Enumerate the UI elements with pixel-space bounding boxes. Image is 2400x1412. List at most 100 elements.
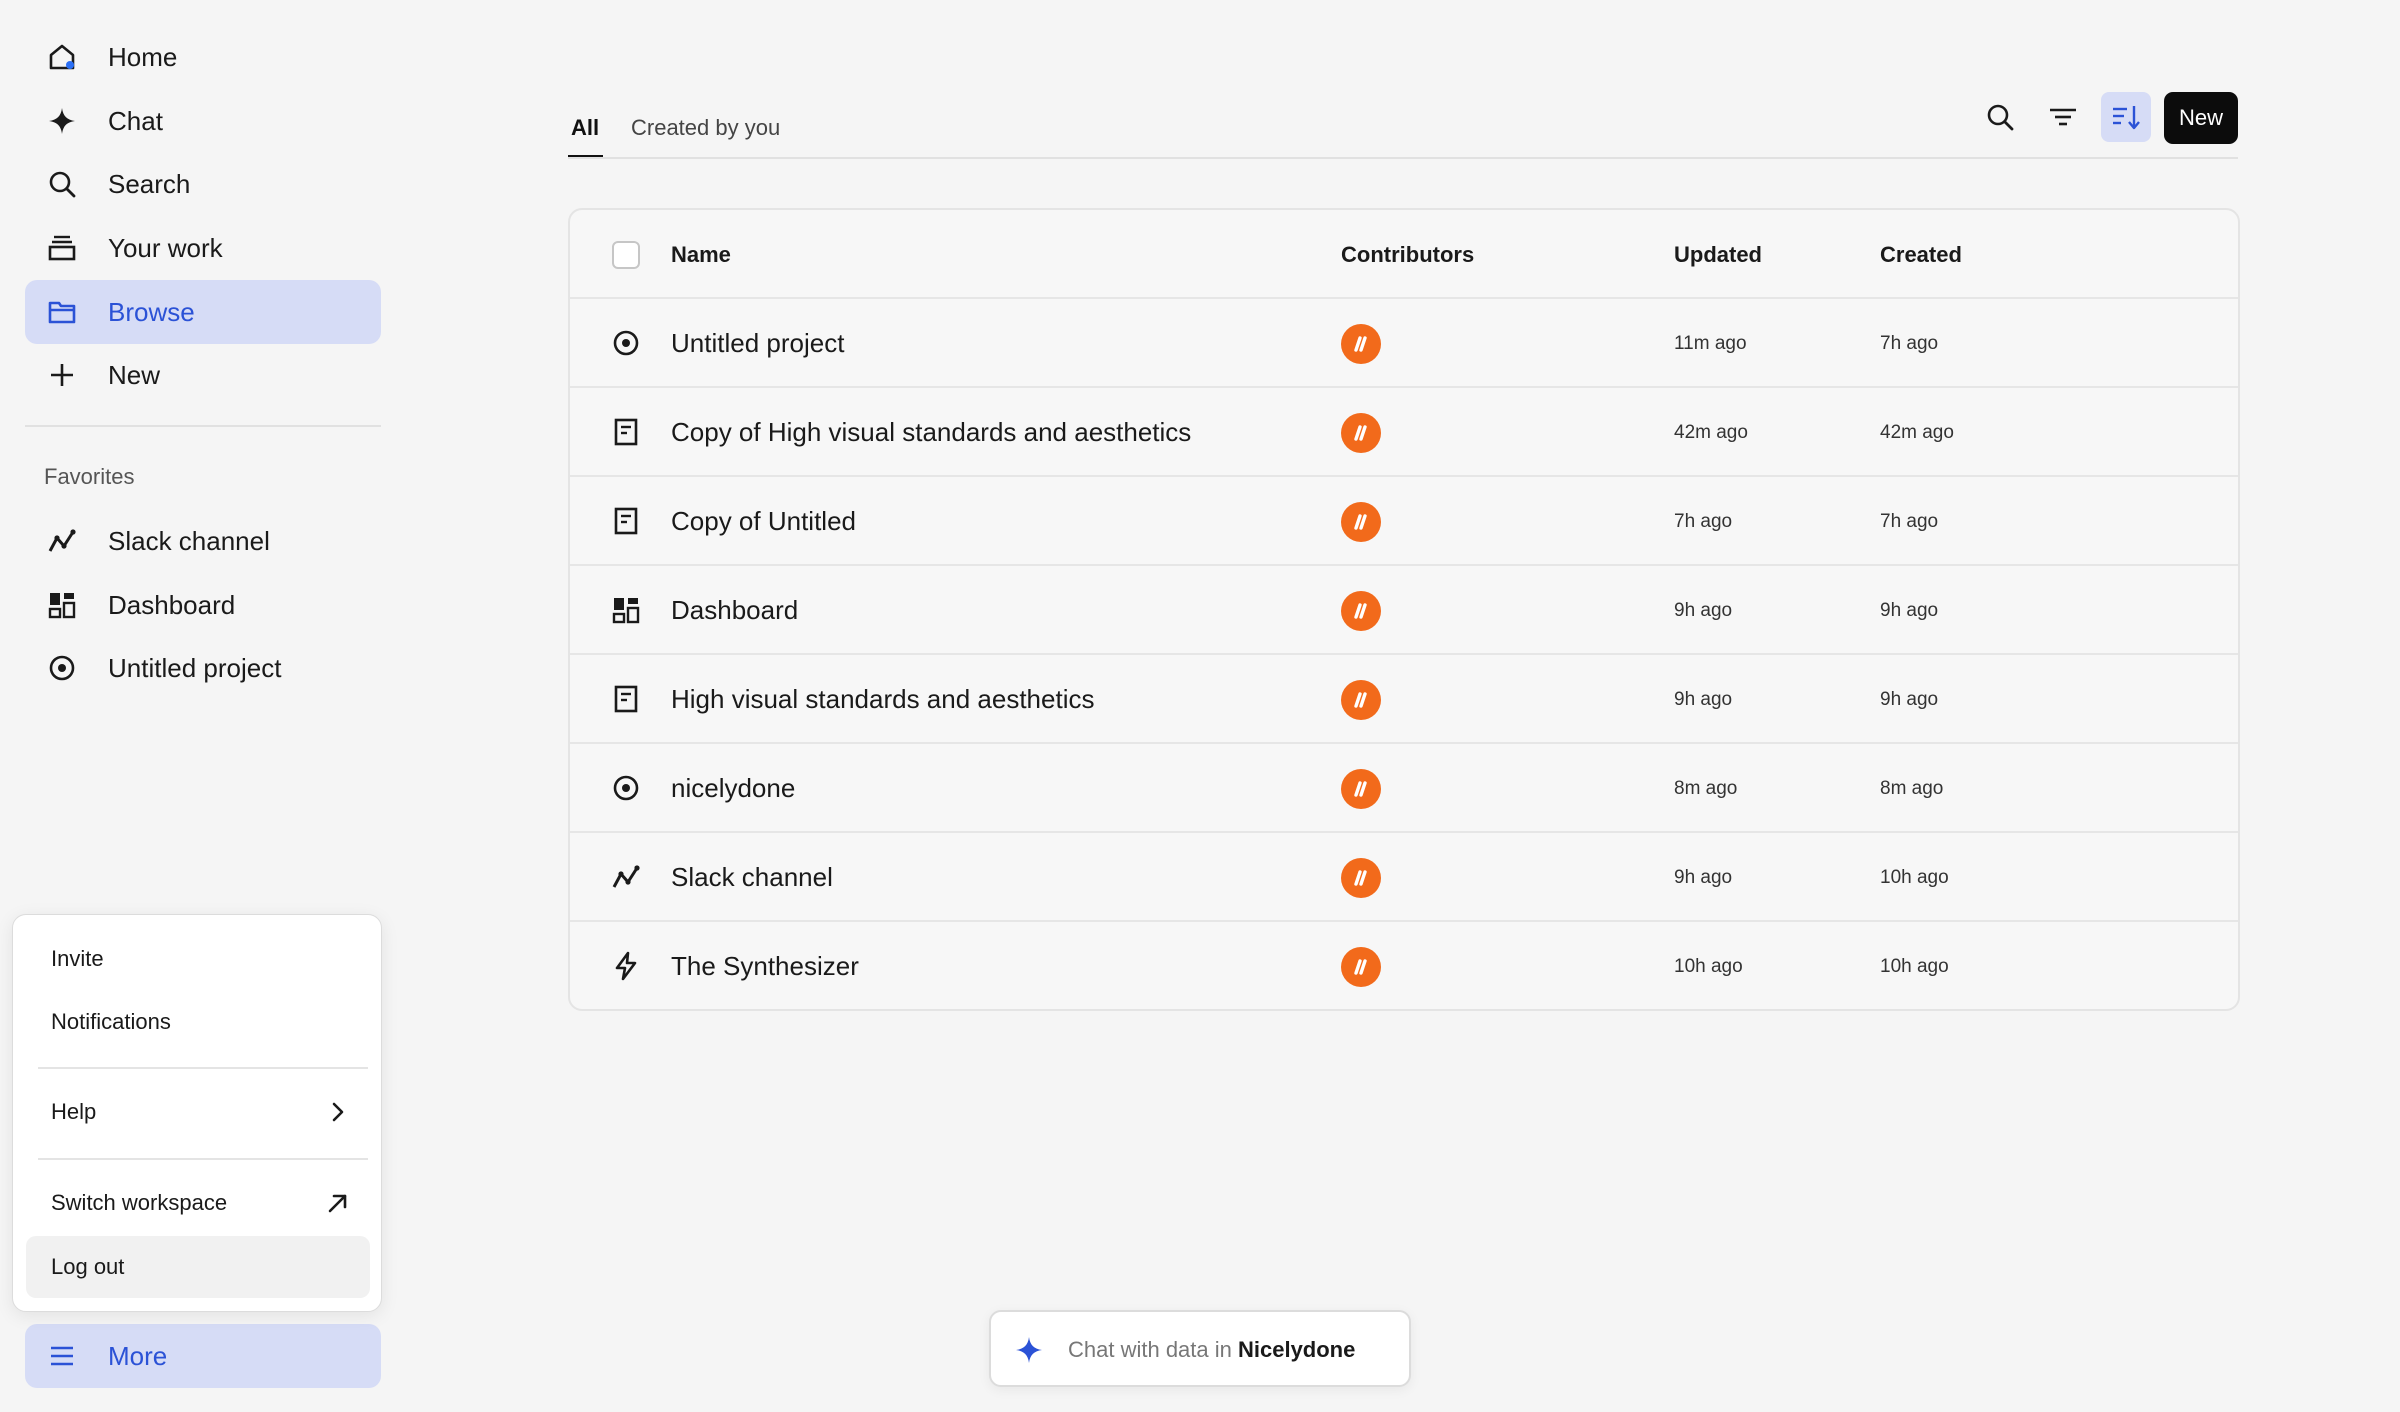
menu-item-notifications[interactable]: Notifications — [26, 991, 370, 1053]
row-updated: 8m ago — [1674, 778, 1738, 799]
table-row[interactable]: Slack channel 9h ago 10h ago — [570, 833, 2238, 922]
contributor-logo-icon — [1354, 336, 1367, 352]
chart-line-icon — [48, 529, 76, 552]
tabs-divider — [568, 157, 2238, 159]
menu-item-switch-workspace[interactable]: Switch workspace — [26, 1172, 370, 1234]
menu-item-label: Invite — [51, 946, 104, 971]
tab-all[interactable]: All — [571, 96, 599, 160]
contributor-avatar[interactable] — [1341, 324, 1381, 364]
new-button[interactable]: New — [2164, 92, 2238, 144]
chart-line-icon — [612, 865, 640, 888]
row-updated: 7h ago — [1674, 511, 1733, 532]
compass-icon — [613, 330, 639, 356]
row-updated: 10h ago — [1674, 956, 1743, 977]
column-header-updated[interactable]: Updated — [1674, 242, 1762, 268]
sidebar-divider — [25, 425, 381, 427]
row-updated: 9h ago — [1674, 689, 1733, 710]
sparkle-icon — [49, 108, 75, 134]
chat-with-data-input[interactable]: Chat with data in Nicelydone — [989, 1310, 1411, 1387]
contributor-logo-icon — [1354, 692, 1367, 708]
sidebar-item-label: New — [108, 359, 161, 390]
chevron-right-icon — [332, 1102, 344, 1122]
sidebar-item-chat[interactable]: Chat — [25, 89, 381, 153]
filter-icon — [2050, 108, 2076, 126]
menu-item-log-out[interactable]: Log out — [26, 1236, 370, 1298]
contributor-avatar[interactable] — [1341, 858, 1381, 898]
column-header-contributors[interactable]: Contributors — [1341, 242, 1474, 268]
row-created: 9h ago — [1880, 689, 1939, 710]
home-icon — [49, 44, 75, 70]
dashboard-icon — [48, 593, 76, 619]
menu-item-help[interactable]: Help — [26, 1081, 370, 1143]
sidebar-item-label: Home — [108, 41, 178, 72]
table-row[interactable]: High visual standards and aesthetics 9h a… — [570, 655, 2238, 744]
sidebar-item-your-work[interactable]: Your work — [25, 216, 381, 280]
search-icon — [49, 171, 76, 198]
table-row[interactable]: Dashboard 9h ago 9h ago — [570, 566, 2238, 655]
menu-separator — [38, 1067, 368, 1069]
row-created: 7h ago — [1880, 333, 1939, 354]
row-name: Dashboard — [671, 595, 799, 625]
favorites-header: Favorites — [44, 464, 135, 489]
row-created: 7h ago — [1880, 511, 1939, 532]
search-button[interactable] — [1975, 92, 2025, 142]
contributor-logo-icon — [1354, 514, 1367, 530]
row-name: Copy of High visual standards and aesthe… — [671, 417, 1192, 447]
column-header-name[interactable]: Name — [671, 242, 731, 268]
column-header-created[interactable]: Created — [1880, 242, 1962, 268]
compass-icon — [613, 775, 639, 801]
sidebar-item-label: Your work — [108, 232, 223, 263]
chat-prompt-prefix: Chat with data in — [1068, 1337, 1238, 1362]
sidebar-item-search[interactable]: Search — [25, 152, 381, 216]
filter-button[interactable] — [2038, 92, 2088, 142]
table-row[interactable]: Copy of High visual standards and aesthe… — [570, 388, 2238, 477]
sidebar-item-home[interactable]: Home — [25, 25, 381, 89]
contributor-logo-icon — [1354, 870, 1367, 886]
contributor-avatar[interactable] — [1341, 502, 1381, 542]
row-created: 9h ago — [1880, 600, 1939, 621]
menu-item-invite[interactable]: Invite — [26, 928, 370, 990]
row-created: 10h ago — [1880, 867, 1949, 888]
arrow-up-right-icon — [328, 1194, 347, 1213]
sidebar-item-label: Slack channel — [108, 525, 270, 556]
sidebar-favorite-slack-channel[interactable]: Slack channel — [25, 509, 381, 573]
table-row[interactable]: Copy of Untitled 7h ago 7h ago — [570, 477, 2238, 566]
row-updated: 9h ago — [1674, 600, 1733, 621]
table-header: Name Contributors Updated Created — [570, 210, 2238, 299]
row-name: The Synthesizer — [671, 951, 859, 981]
chat-prompt-text: Chat with data in Nicelydone — [1068, 1337, 1355, 1363]
more-button[interactable]: More — [25, 1324, 381, 1388]
sort-button[interactable] — [2101, 92, 2151, 142]
more-menu: Invite Notifications Help Switch workspa… — [12, 914, 382, 1312]
sort-icon — [2113, 106, 2140, 130]
sidebar-item-label: Search — [108, 168, 191, 199]
select-all-checkbox[interactable] — [612, 241, 640, 269]
contributor-avatar[interactable] — [1341, 591, 1381, 631]
row-name: Slack channel — [671, 862, 833, 892]
row-created: 10h ago — [1880, 956, 1949, 977]
document-icon — [614, 507, 638, 535]
contributor-avatar[interactable] — [1341, 947, 1381, 987]
tab-created-by-you[interactable]: Created by you — [631, 96, 780, 160]
sparkle-icon — [1016, 1337, 1042, 1363]
dashboard-icon — [612, 598, 640, 624]
document-icon — [614, 685, 638, 713]
sidebar-item-new[interactable]: New — [25, 343, 381, 407]
table-row[interactable]: The Synthesizer 10h ago 10h ago — [570, 922, 2238, 1009]
row-created: 42m ago — [1880, 422, 1954, 443]
plus-icon — [51, 364, 73, 386]
sidebar-favorite-untitled-project[interactable]: Untitled project — [25, 636, 381, 700]
contributor-avatar[interactable] — [1341, 413, 1381, 453]
row-name: nicelydone — [671, 773, 796, 803]
sidebar-item-label: Untitled project — [108, 652, 282, 683]
folder-icon — [48, 301, 76, 324]
contributor-avatar[interactable] — [1341, 680, 1381, 720]
sidebar-favorite-dashboard[interactable]: Dashboard — [25, 573, 381, 637]
sidebar-item-browse[interactable]: Browse — [25, 280, 381, 344]
table-row[interactable]: Untitled project 11m ago 7h ago — [570, 299, 2238, 388]
contributor-logo-icon — [1354, 959, 1367, 975]
contributor-avatar[interactable] — [1341, 769, 1381, 809]
contributor-logo-icon — [1354, 603, 1367, 619]
menu-icon — [51, 1346, 73, 1366]
table-row[interactable]: nicelydone 8m ago 8m ago — [570, 744, 2238, 833]
